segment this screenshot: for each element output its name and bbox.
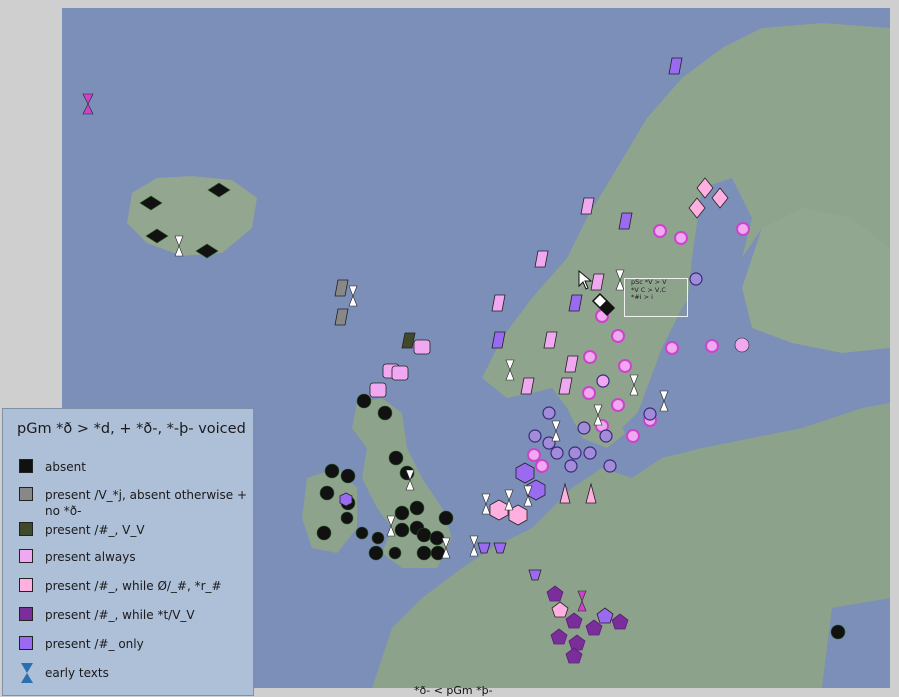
marker-ring[interactable] [736, 222, 750, 236]
legend-title: pGm *ð > *d, + *ð-, *-þ- voiced [17, 421, 246, 437]
marker-absent[interactable] [388, 450, 404, 466]
legend-label: present /#_, while *t/V_V [45, 608, 195, 622]
marker-ring[interactable] [626, 429, 640, 443]
legend-label: early texts [45, 666, 109, 680]
marker-hatched[interactable] [603, 459, 617, 473]
marker-present-always[interactable] [369, 382, 387, 398]
marker-absent[interactable] [316, 525, 332, 541]
legend-label: present /#_ only [45, 637, 144, 651]
marker-ring[interactable] [535, 459, 549, 473]
marker-hatched[interactable] [542, 406, 556, 420]
marker-absent[interactable] [438, 510, 454, 526]
legend-label: present /#_, while Ø/_#, *r_# [45, 579, 222, 593]
marker-absent[interactable] [394, 522, 410, 538]
marker-hatched[interactable] [564, 459, 578, 473]
marker-ring[interactable] [665, 341, 679, 355]
mouse-cursor-icon [578, 270, 593, 290]
footer-caption: *ð- < pGm *þ- [414, 684, 493, 697]
marker-absent[interactable] [356, 393, 372, 409]
marker-absent[interactable] [355, 526, 369, 540]
marker-absent[interactable] [416, 527, 432, 543]
marker-ring[interactable] [674, 231, 688, 245]
marker-hatched[interactable] [596, 374, 610, 388]
marker-hatched[interactable] [689, 272, 703, 286]
marker-absent[interactable] [830, 624, 846, 640]
popup-line: *#i > i [631, 293, 653, 301]
marker-present-always[interactable] [413, 339, 431, 355]
marker-absent[interactable] [340, 511, 354, 525]
marker-ring[interactable] [611, 329, 625, 343]
marker-hatched[interactable] [643, 407, 657, 421]
marker-hatched[interactable] [599, 429, 613, 443]
legend-label: present /V_*j, absent otherwise + no *ð- [45, 488, 247, 518]
legend-swatch [19, 549, 33, 563]
legend-panel: pGm *ð > *d, + *ð-, *-þ- voiced absent p… [2, 408, 254, 696]
legend-label: present always [45, 550, 136, 564]
marker-hatched[interactable] [568, 446, 582, 460]
legend-swatch [19, 487, 33, 501]
info-popup: pSc *V > V *V C > V,C *#i > i [624, 278, 688, 317]
marker-hatched[interactable] [577, 421, 591, 435]
marker-ring[interactable] [582, 386, 596, 400]
marker-absent[interactable] [368, 545, 384, 561]
black-sea [822, 598, 890, 688]
marker-absent[interactable] [319, 485, 335, 501]
legend-swatch [19, 578, 33, 592]
marker-ring[interactable] [583, 350, 597, 364]
marker-hatched[interactable] [528, 429, 542, 443]
marker-absent[interactable] [416, 545, 432, 561]
legend-swatch [19, 459, 33, 473]
map-frame: pSc *V > V *V C > V,C *#i > i pGm *ð > *… [0, 0, 899, 697]
marker-present-always[interactable] [391, 365, 409, 381]
marker-hatched[interactable] [550, 446, 564, 460]
marker-absent[interactable] [388, 546, 402, 560]
marker-ring[interactable] [527, 448, 541, 462]
marker-absent[interactable] [340, 468, 356, 484]
hourglass-icon [21, 663, 33, 683]
legend-label: present /#_, V_V [45, 523, 145, 537]
marker-hatched[interactable] [583, 446, 597, 460]
marker-ring[interactable] [734, 337, 750, 353]
marker-absent[interactable] [409, 500, 425, 516]
legend-swatch [19, 636, 33, 650]
marker-ring[interactable] [618, 359, 632, 373]
marker-ring[interactable] [653, 224, 667, 238]
marker-absent[interactable] [394, 505, 410, 521]
legend-swatch [19, 607, 33, 621]
marker-absent[interactable] [377, 405, 393, 421]
marker-absent[interactable] [371, 531, 385, 545]
legend-swatch [19, 522, 33, 536]
marker-present-hash-only[interactable] [339, 492, 353, 507]
legend-label: absent [45, 460, 86, 474]
marker-absent[interactable] [324, 463, 340, 479]
marker-ring[interactable] [611, 398, 625, 412]
marker-ring[interactable] [705, 339, 719, 353]
